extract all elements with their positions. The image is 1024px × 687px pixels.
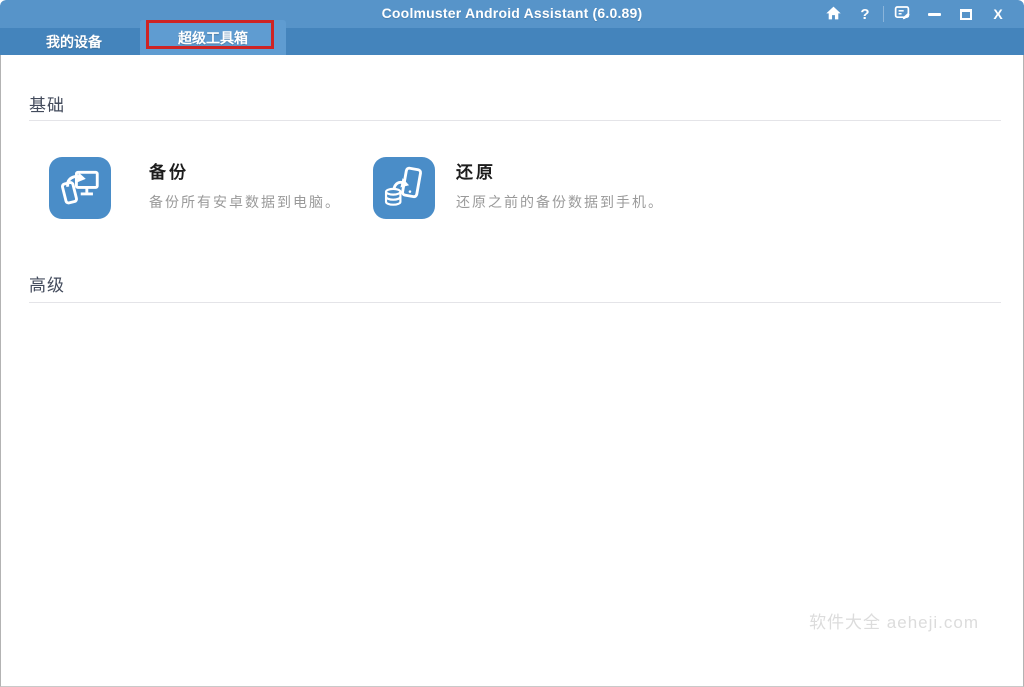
content-area: 基础 备份 备份所有安卓数据到电脑。 还原 还原之前的备份数据到手机。 高级 软…: [0, 55, 1024, 687]
section-divider-basic: [29, 120, 1001, 121]
tab-my-devices-label: 我的设备: [46, 33, 102, 50]
section-divider-advanced: [29, 302, 1001, 303]
home-icon: [825, 5, 842, 24]
restore-item[interactable]: 还原 还原之前的备份数据到手机。: [373, 157, 664, 219]
section-title-advanced: 高级: [29, 276, 65, 296]
backup-title: 备份: [149, 163, 189, 183]
help-button[interactable]: ?: [849, 0, 881, 28]
app-window: Coolmuster Android Assistant (6.0.89) ?: [0, 0, 1024, 687]
tab-bar: 我的设备 超级工具箱: [0, 20, 1024, 55]
maximize-button[interactable]: [950, 0, 982, 28]
restore-tile: [373, 157, 435, 219]
minimize-button[interactable]: [918, 0, 950, 28]
backup-description: 备份所有安卓数据到电脑。: [149, 195, 341, 211]
watermark-text: 软件大全 aeheji.com: [809, 613, 979, 632]
controls-divider: [883, 6, 884, 22]
question-mark-icon: ?: [860, 5, 870, 23]
restore-title: 还原: [456, 163, 496, 183]
database-to-phone-restore-icon: [381, 163, 427, 213]
backup-tile: [49, 157, 111, 219]
minimize-icon: [927, 12, 941, 16]
tab-my-devices[interactable]: 我的设备: [18, 28, 130, 55]
phone-to-computer-backup-icon: [57, 163, 103, 213]
maximize-icon: [960, 8, 972, 20]
feedback-note-icon: [893, 4, 911, 24]
tab-super-toolkit[interactable]: 超级工具箱: [140, 20, 286, 55]
close-button[interactable]: X: [982, 0, 1014, 28]
restore-description: 还原之前的备份数据到手机。: [456, 195, 664, 211]
section-title-basic: 基础: [29, 96, 65, 116]
close-icon: X: [993, 6, 1003, 22]
home-button[interactable]: [817, 0, 849, 28]
titlebar-controls: ? X: [817, 0, 1014, 28]
tab-super-toolkit-label: 超级工具箱: [178, 29, 248, 46]
feedback-button[interactable]: [886, 0, 918, 28]
backup-item[interactable]: 备份 备份所有安卓数据到电脑。: [49, 157, 341, 219]
